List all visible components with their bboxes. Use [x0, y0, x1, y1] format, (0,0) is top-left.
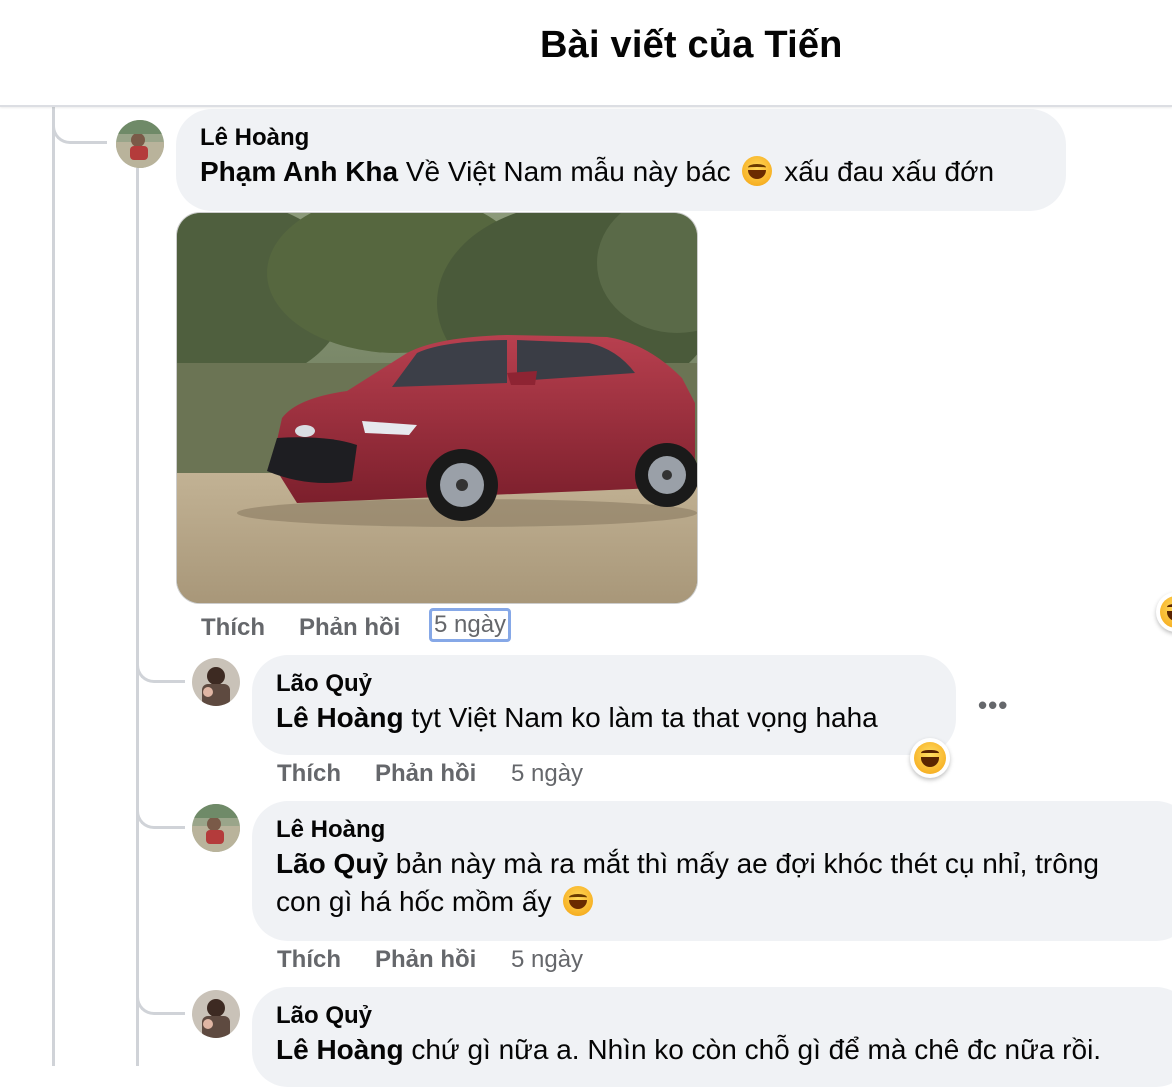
page-title: Bài viết của Tiến [540, 24, 843, 66]
thread-connector [136, 786, 185, 829]
thread-line-inner [136, 168, 139, 1066]
like-button[interactable]: Thích [277, 946, 341, 974]
haha-reaction-icon[interactable] [910, 738, 950, 778]
comment-text: Lê Hoàng tyt Việt Nam ko làm ta that vọn… [276, 702, 878, 733]
avatar[interactable] [192, 804, 240, 852]
timestamp-link[interactable]: 5 ngày [429, 608, 512, 642]
avatar[interactable] [116, 120, 164, 168]
comment-bubble: Lê Hoàng Phạm Anh Kha Về Việt Nam mẫu nà… [176, 109, 1066, 211]
comment-text-line2: con gì há hốc mồm ấy [276, 883, 1168, 921]
haha-reaction-icon[interactable] [1156, 592, 1172, 632]
avatar[interactable] [192, 990, 240, 1038]
reply-button[interactable]: Phản hồi [375, 946, 476, 974]
comment-author[interactable]: Lê Hoàng [276, 815, 1168, 845]
timestamp-link[interactable]: 5 ngày [511, 760, 583, 788]
comment-actions: Thích Phản hồi 5 ngày [277, 760, 617, 794]
thread-connector [136, 972, 185, 1015]
timestamp-link[interactable]: 5 ngày [511, 946, 583, 974]
mention-link[interactable]: Phạm Anh Kha [200, 156, 398, 187]
joy-emoji-icon [742, 156, 773, 186]
comment-author[interactable]: Lê Hoàng [200, 123, 1042, 153]
comment-author[interactable]: Lão Quỷ [276, 669, 932, 699]
joy-emoji-icon [563, 886, 594, 916]
comment-text: Lão Quỷ bản này mà ra mắt thì mấy ae đợi… [276, 848, 1099, 879]
comment-bubble: Lão Quỷ Lê Hoàng chứ gì nữa a. Nhìn ko c… [252, 987, 1172, 1087]
post-header: Bài viết của Tiến [0, 0, 1172, 107]
more-options-button[interactable]: ••• [978, 690, 1008, 721]
red-sedan-photo[interactable] [176, 212, 698, 604]
thread-connector [52, 105, 107, 144]
comment-actions: Thích Phản hồi 5 ngày [201, 608, 541, 648]
comment-actions: Thích Phản hồi 5 ngày [277, 946, 617, 980]
like-button[interactable]: Thích [201, 614, 265, 642]
like-button[interactable]: Thích [277, 760, 341, 788]
mention-link[interactable]: Lê Hoàng [276, 702, 404, 733]
mention-link[interactable]: Lê Hoàng [276, 1034, 404, 1065]
mention-link[interactable]: Lão Quỷ [276, 848, 388, 879]
comment-text: Phạm Anh Kha Về Việt Nam mẫu này bác xấu… [200, 156, 995, 187]
thread-connector [136, 640, 185, 683]
comment-author[interactable]: Lão Quỷ [276, 1001, 1168, 1031]
reply-button[interactable]: Phản hồi [375, 760, 476, 788]
comment-bubble: Lão Quỷ Lê Hoàng tyt Việt Nam ko làm ta … [252, 655, 956, 755]
reply-button[interactable]: Phản hồi [299, 614, 400, 642]
avatar[interactable] [192, 658, 240, 706]
comment-bubble: Lê Hoàng Lão Quỷ bản này mà ra mắt thì m… [252, 801, 1172, 941]
thread-line-outer [52, 105, 55, 1066]
comment-text: Lê Hoàng chứ gì nữa a. Nhìn ko còn chỗ g… [276, 1034, 1102, 1065]
